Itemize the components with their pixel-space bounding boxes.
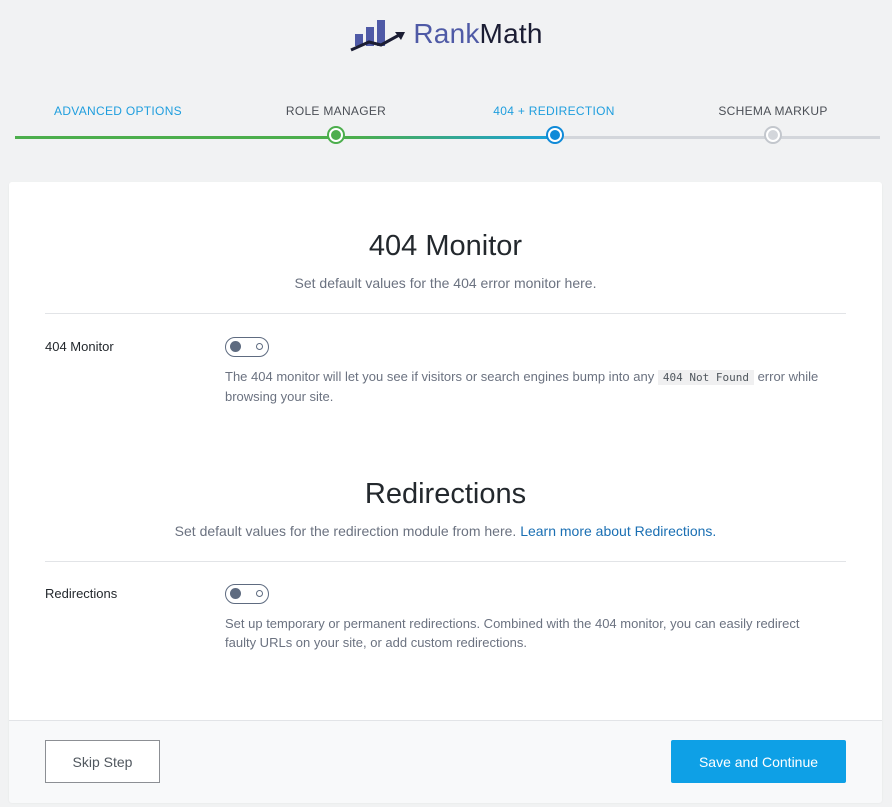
help-404-monitor: The 404 monitor will let you see if visi… [225, 369, 819, 404]
rank-math-logo-icon [350, 20, 406, 52]
step-dot-404-redirection [548, 128, 562, 142]
toggle-knob [230, 341, 241, 352]
code-404-not-found: 404 Not Found [657, 370, 754, 385]
toggle-off-indicator [256, 343, 263, 350]
section-desc-redirections: Set default values for the redirection m… [174, 523, 717, 539]
section-title-redirections: Redirections [364, 478, 527, 510]
card-footer: Skip Step Save and Continue [9, 720, 882, 803]
toggle-off-indicator [256, 590, 263, 597]
save-and-continue-button[interactable]: Save and Continue [671, 740, 846, 783]
rank-math-logo: RankMath [0, 16, 892, 52]
divider [45, 313, 846, 314]
progress-track-done [15, 136, 355, 139]
field-label-redirections: Redirections [45, 586, 118, 601]
help-redirections: Set up temporary or permanent redirectio… [225, 616, 800, 650]
step-dot-role-manager [329, 128, 343, 142]
step-dot-schema-markup [766, 128, 780, 142]
step-advanced-options[interactable]: ADVANCED OPTIONS [54, 104, 182, 118]
section-desc-404-monitor: Set default values for the 404 error mon… [294, 275, 597, 291]
divider [45, 561, 846, 562]
learn-more-redirections-link[interactable]: Learn more about Redirections. [520, 523, 716, 539]
toggle-404-monitor[interactable] [225, 337, 269, 357]
setup-wizard-steps: ADVANCED OPTIONS ROLE MANAGER 404 + REDI… [0, 100, 892, 160]
progress-track-pending [555, 136, 880, 139]
step-schema-markup[interactable]: SCHEMA MARKUP [718, 104, 827, 118]
step-404-redirection[interactable]: 404 + REDIRECTION [493, 104, 614, 118]
toggle-redirections[interactable] [225, 584, 269, 604]
step-role-manager[interactable]: ROLE MANAGER [286, 104, 386, 118]
settings-card: 404 Monitor Set default values for the 4… [9, 182, 882, 803]
progress-track-current [355, 136, 555, 139]
skip-step-button[interactable]: Skip Step [45, 740, 160, 783]
toggle-knob [230, 588, 241, 599]
field-label-404-monitor: 404 Monitor [45, 339, 114, 354]
section-title-404-monitor: 404 Monitor [368, 230, 523, 262]
brand-name: RankMath [413, 18, 543, 49]
